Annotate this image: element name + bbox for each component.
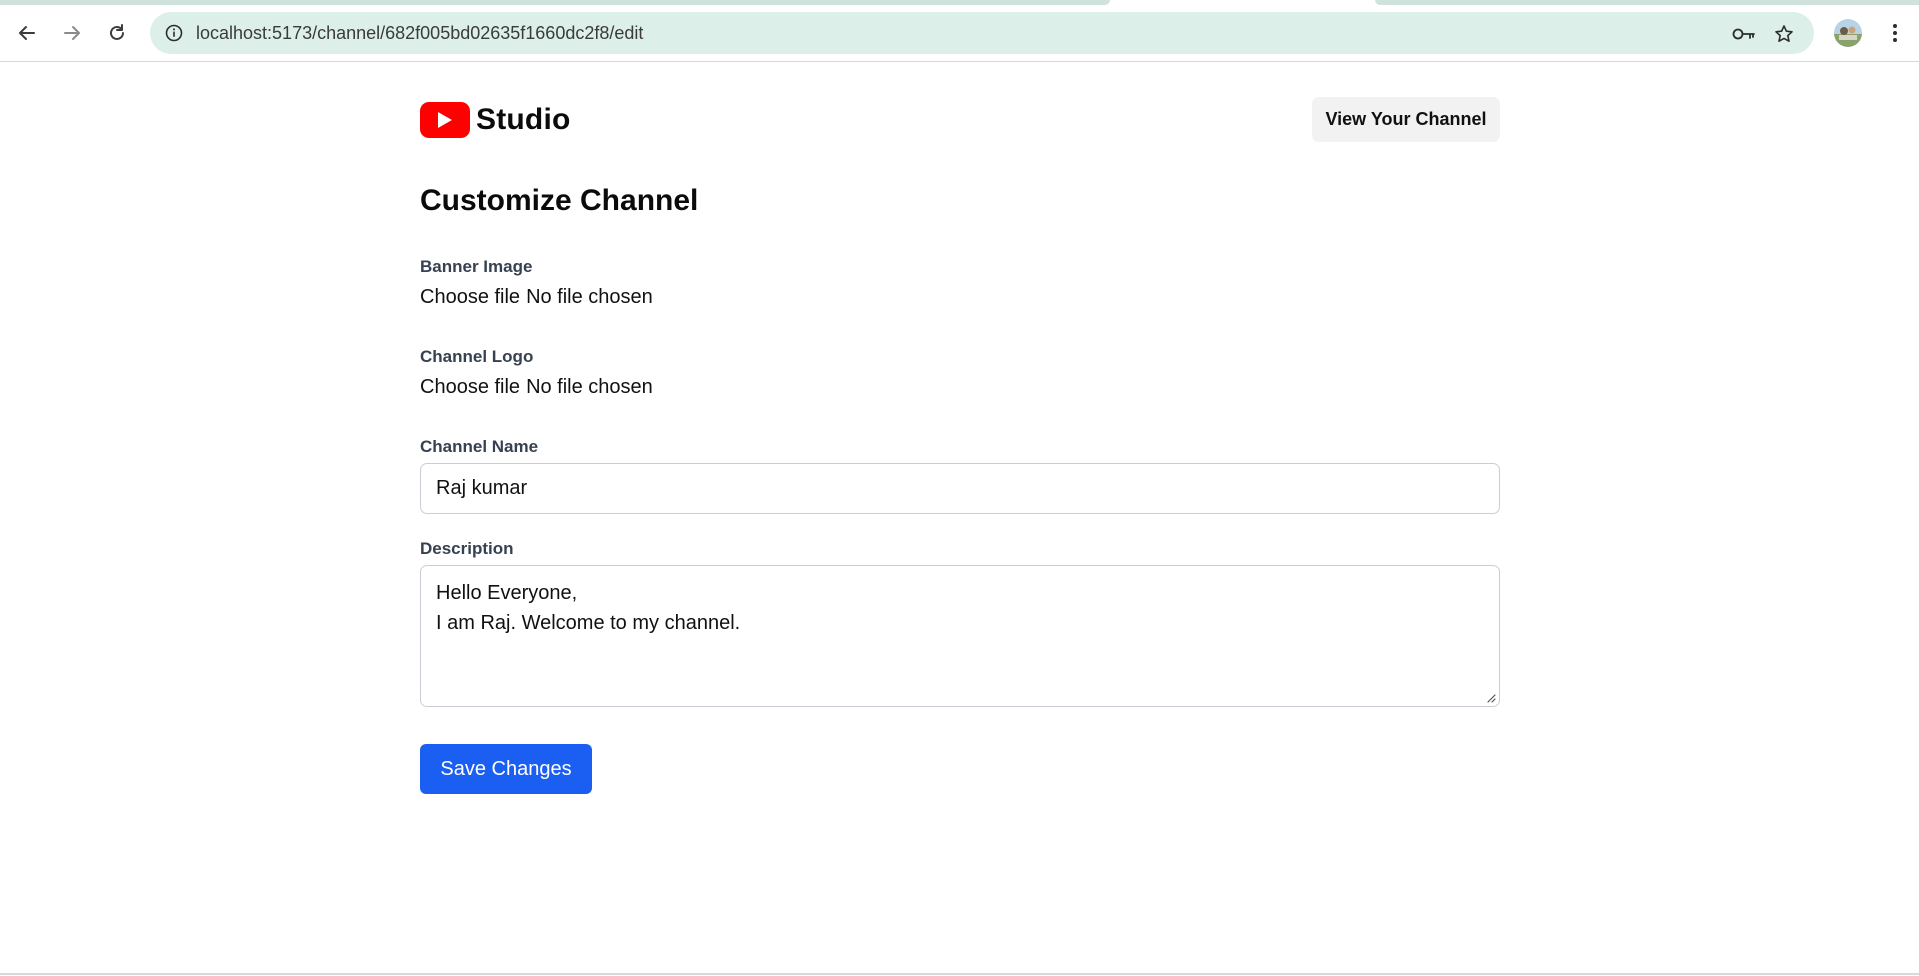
studio-brand[interactable]: Studio — [420, 100, 571, 140]
choose-file-button[interactable]: Choose file — [420, 286, 520, 309]
profile-avatar[interactable] — [1834, 19, 1862, 47]
file-status: No file chosen — [526, 376, 653, 398]
choose-file-button[interactable]: Choose file — [420, 376, 520, 399]
description-line: Hello Everyone, — [436, 582, 578, 604]
tab-strip-edge — [1375, 0, 1919, 5]
forward-button[interactable] — [54, 15, 90, 51]
view-channel-button[interactable]: View Your Channel — [1312, 97, 1500, 142]
password-button[interactable] — [1731, 21, 1757, 47]
url-text[interactable]: localhost:5173/channel/682f005bd02635f16… — [196, 12, 643, 54]
browser-toolbar: localhost:5173/channel/682f005bd02635f16… — [0, 0, 1919, 62]
brand-title: Studio — [476, 103, 571, 136]
more-vert-icon — [1893, 24, 1897, 42]
channel-name-input[interactable]: Raj kumar — [420, 463, 1500, 514]
star-icon — [1775, 25, 1793, 42]
browser-menu-button[interactable] — [1880, 17, 1910, 49]
tab-strip-edge — [0, 0, 1110, 5]
play-icon — [438, 112, 452, 128]
info-icon — [165, 24, 183, 42]
back-button[interactable] — [9, 15, 45, 51]
bookmark-button[interactable] — [1771, 21, 1797, 47]
description-textarea[interactable]: Hello Everyone, I am Raj. Welcome to my … — [420, 565, 1500, 707]
page-title: Customize Channel — [420, 184, 699, 217]
youtube-logo — [420, 102, 470, 138]
arrow-left-icon — [19, 26, 35, 40]
site-info-button[interactable] — [160, 19, 188, 47]
resize-handle-icon[interactable] — [1486, 693, 1496, 703]
description-line: I am Raj. Welcome to my channel. — [436, 612, 741, 634]
save-changes-button[interactable]: Save Changes — [420, 744, 592, 794]
channel-name-label: Channel Name — [420, 437, 539, 456]
file-status: No file chosen — [526, 286, 653, 308]
page-content: Studio View Your Channel Customize Chann… — [0, 62, 1919, 976]
channel-logo-label: Channel Logo — [420, 347, 534, 366]
banner-file-input[interactable]: Choose file No file chosen — [420, 286, 653, 309]
avatar-icon — [1834, 19, 1862, 47]
banner-image-label: Banner Image — [420, 257, 533, 276]
logo-file-input[interactable]: Choose file No file chosen — [420, 376, 653, 399]
reload-icon — [110, 24, 124, 40]
description-label: Description — [420, 539, 514, 558]
window-bottom-border — [0, 973, 1919, 975]
reload-button[interactable] — [99, 15, 135, 51]
key-icon — [1732, 28, 1755, 40]
arrow-right-icon — [64, 26, 80, 40]
address-bar[interactable]: localhost:5173/channel/682f005bd02635f16… — [150, 12, 1814, 54]
